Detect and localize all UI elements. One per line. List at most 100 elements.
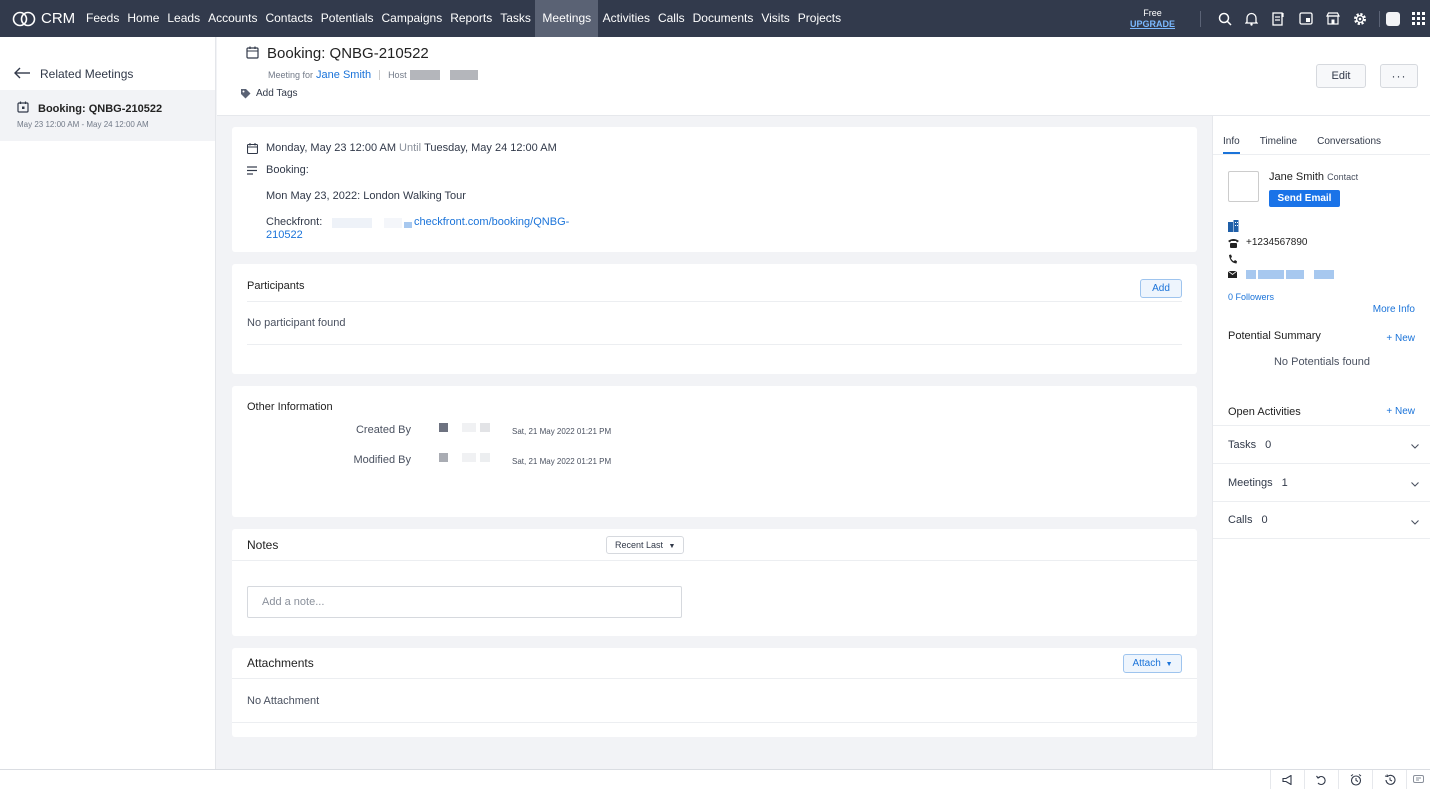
nav-item-potentials[interactable]: Potentials	[317, 0, 377, 37]
add-tags-button[interactable]: Add Tags	[240, 88, 298, 99]
contact-email-redacted[interactable]	[1246, 270, 1336, 279]
calls-label: Calls	[1228, 514, 1253, 526]
meeting-for-label: Meeting for	[268, 70, 314, 80]
participants-divider-2	[247, 344, 1182, 345]
add-note-icon[interactable]	[1265, 0, 1292, 37]
until-label: Until	[399, 142, 422, 154]
modified-by-redacted	[439, 453, 490, 462]
nav-item-home[interactable]: Home	[124, 0, 163, 37]
nav-item-contacts[interactable]: Contacts	[262, 0, 316, 37]
calendar-icon	[247, 142, 258, 154]
new-potential-link[interactable]: + New	[1386, 333, 1415, 344]
attachments-divider-2	[232, 722, 1197, 723]
account-row	[1228, 220, 1246, 232]
add-note-input[interactable]	[247, 586, 682, 618]
checkfront-label: Checkfront:	[266, 216, 323, 228]
email-row	[1228, 270, 1336, 279]
mail-icon	[1228, 271, 1241, 278]
add-participant-button[interactable]: Add	[1140, 279, 1182, 298]
sync-icon[interactable]	[1304, 770, 1338, 789]
crm-logo-text: CRM	[41, 10, 76, 27]
nav-item-accounts[interactable]: Accounts	[205, 0, 261, 37]
nav-item-calls[interactable]: Calls	[654, 0, 688, 37]
avatar[interactable]	[1386, 11, 1400, 26]
checkfront-link[interactable]: checkfront.com/booking/QNBG-	[414, 216, 569, 228]
contact-card: Jane Smith Contact Send Email	[1228, 171, 1358, 207]
contact-type: Contact	[1327, 172, 1359, 182]
related-meeting-date: May 23 12:00 AM - May 24 12:00 AM	[17, 120, 149, 129]
checkfront-link-cont[interactable]: 210522	[266, 229, 303, 241]
search-icon[interactable]	[1211, 0, 1238, 37]
nav-item-campaigns[interactable]: Campaigns	[378, 0, 446, 37]
more-info-link[interactable]: More Info	[1373, 304, 1415, 315]
nav-item-reports[interactable]: Reports	[447, 0, 496, 37]
nav-item-tasks[interactable]: Tasks	[497, 0, 535, 37]
attach-label: Attach	[1132, 658, 1161, 669]
upgrade-link[interactable]: UPGRADE	[1130, 19, 1175, 30]
building-icon	[1228, 220, 1241, 232]
record-subtitle: Meeting for Jane Smith Host	[268, 69, 478, 81]
caret-down-icon: ▼	[1165, 661, 1173, 668]
tasks-count: 0	[1265, 438, 1272, 451]
record-title: Booking: QNBG-210522	[267, 45, 429, 62]
checkfront-redacted	[332, 218, 412, 228]
plan-label: Free	[1143, 7, 1162, 18]
bell-icon[interactable]	[1238, 0, 1265, 37]
tag-icon	[241, 89, 251, 99]
more-actions-button[interactable]: ···	[1380, 64, 1418, 88]
nav-item-activities[interactable]: Activities	[599, 0, 653, 37]
notes-card: Notes Recent Last ▼	[232, 529, 1197, 636]
main-nav: Feeds Home Leads Accounts Contacts Poten…	[82, 0, 845, 37]
meetings-label: Meetings	[1228, 476, 1273, 489]
new-activity-link[interactable]: + New	[1386, 406, 1415, 417]
nav-item-feeds[interactable]: Feeds	[83, 0, 123, 37]
related-meeting-item[interactable]: Booking: QNBG-210522 May 23 12:00 AM - M…	[0, 90, 215, 141]
description-label: Booking:	[266, 164, 309, 176]
meeting-end: Tuesday, May 24 12:00 AM	[424, 142, 557, 154]
announcement-icon[interactable]	[1270, 770, 1304, 789]
tasks-label: Tasks	[1228, 438, 1257, 451]
no-participant-text: No participant found	[247, 317, 346, 329]
nav-item-meetings[interactable]: Meetings	[535, 0, 599, 37]
followers-link[interactable]: 0 Followers	[1228, 292, 1274, 302]
edit-button[interactable]: Edit	[1316, 64, 1366, 88]
nav-item-leads[interactable]: Leads	[164, 0, 204, 37]
plan-box[interactable]: Free UPGRADE	[1130, 8, 1175, 30]
nav-item-visits[interactable]: Visits	[758, 0, 793, 37]
tab-timeline[interactable]: Timeline	[1260, 116, 1297, 154]
chat-icon[interactable]	[1406, 770, 1430, 789]
calls-accordion[interactable]: Calls 0	[1213, 501, 1430, 539]
nav-item-documents[interactable]: Documents	[689, 0, 757, 37]
back-arrow-icon[interactable]	[14, 67, 31, 82]
modified-by-label: Modified By	[353, 454, 411, 466]
tab-info[interactable]: Info	[1223, 116, 1240, 154]
created-by-date: Sat, 21 May 2022 01:21 PM	[512, 427, 612, 436]
gear-icon[interactable]	[1346, 0, 1373, 37]
history-icon[interactable]	[1372, 770, 1406, 789]
record-title-row: Booking: QNBG-210522	[246, 45, 429, 62]
notes-sort-dropdown[interactable]: Recent Last ▼	[606, 536, 685, 554]
modified-by-date: Sat, 21 May 2022 01:21 PM	[512, 457, 612, 466]
bottom-tools	[1270, 770, 1430, 789]
calendar-widget-icon[interactable]	[1292, 0, 1319, 37]
send-email-button[interactable]: Send Email	[1269, 190, 1340, 207]
no-potentials-text: No Potentials found	[1273, 356, 1370, 368]
attachments-card: Attachments Attach ▼ No Attachment	[232, 648, 1197, 737]
tab-conversations[interactable]: Conversations	[1317, 116, 1381, 154]
attach-button[interactable]: Attach ▼	[1123, 654, 1182, 673]
side-panel-tabs: Info Timeline Conversations	[1213, 116, 1430, 155]
subtitle-separator	[379, 70, 381, 80]
toolbar-divider	[1200, 10, 1201, 27]
contact-name[interactable]: Jane Smith	[1269, 171, 1324, 183]
alarm-icon[interactable]	[1338, 770, 1372, 789]
top-right-tools: Free UPGRADE	[1130, 0, 1430, 37]
tasks-accordion[interactable]: Tasks 0	[1213, 425, 1430, 463]
meetings-accordion[interactable]: Meetings 1	[1213, 463, 1430, 501]
store-icon[interactable]	[1319, 0, 1346, 37]
contact-phone[interactable]: +1234567890	[1246, 237, 1307, 248]
meeting-for-link[interactable]: Jane Smith	[316, 69, 371, 81]
calendar-icon	[17, 101, 29, 116]
apps-grid-icon[interactable]	[1406, 0, 1430, 37]
nav-item-projects[interactable]: Projects	[794, 0, 844, 37]
crm-logo[interactable]: CRM	[0, 10, 82, 28]
